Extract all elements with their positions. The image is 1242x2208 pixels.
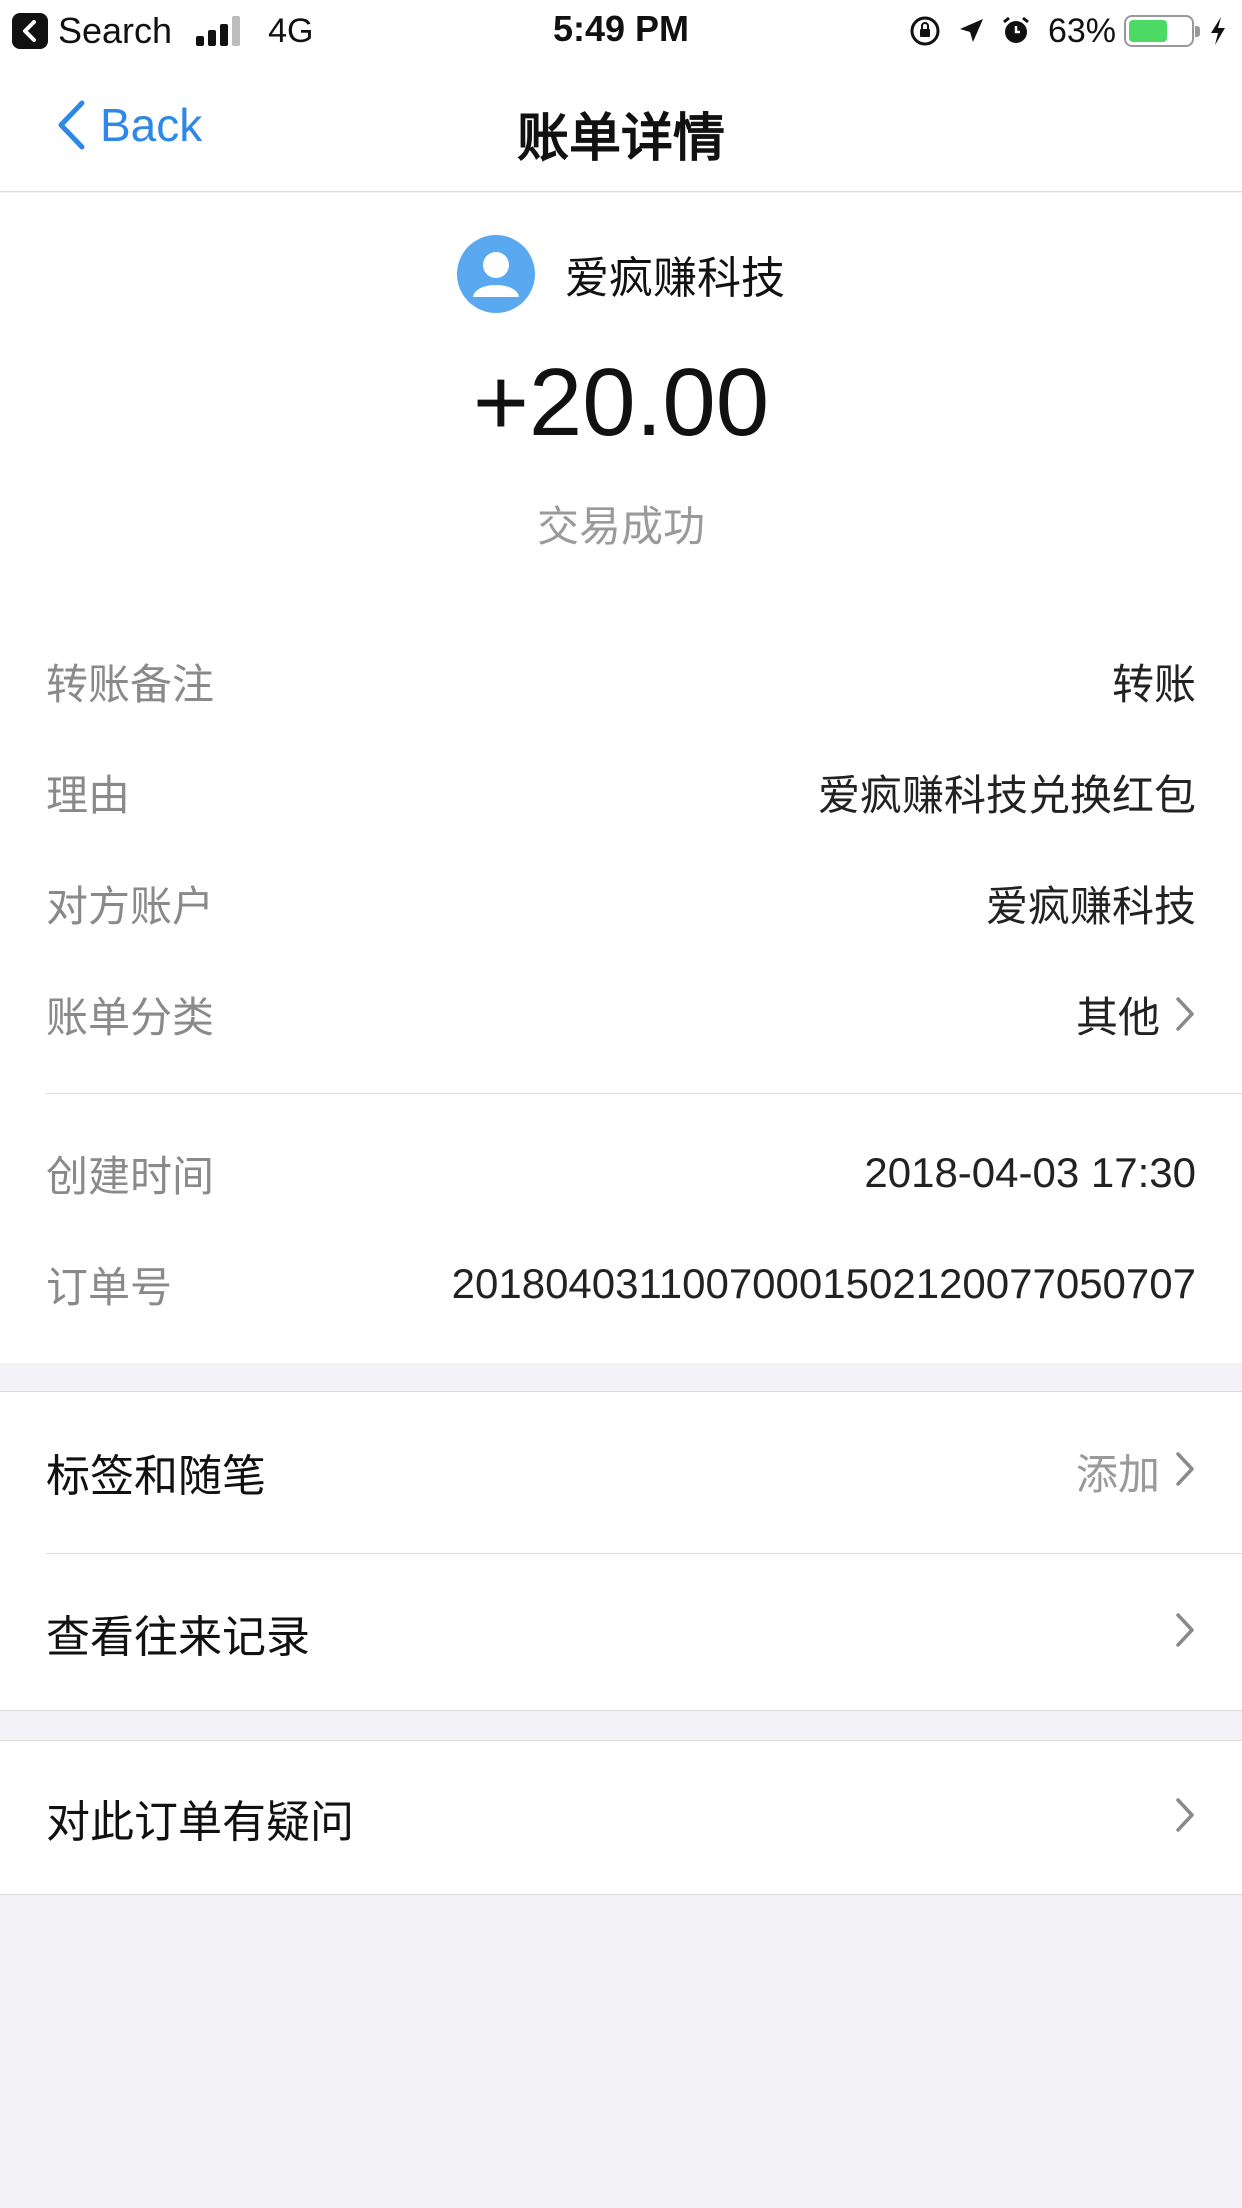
detail-row-category[interactable]: 账单分类 其他: [46, 984, 1196, 1044]
detail-label: 转账备注: [46, 660, 215, 708]
battery-icon: [1124, 15, 1200, 47]
tags-notes-label: 标签和随笔: [46, 1451, 266, 1501]
detail-value: 2018-04-03 17:30: [864, 1149, 1196, 1196]
detail-row-reason: 理由 爱疯赚科技兑换红包: [46, 762, 1196, 822]
location-arrow-icon: [956, 16, 986, 46]
alarm-icon: [1000, 15, 1032, 47]
action-group: 标签和随笔 添加 查看往来记录: [0, 1391, 1242, 1711]
order-question-label: 对此订单有疑问: [46, 1797, 354, 1847]
chevron-right-icon: [1174, 1796, 1196, 1839]
chevron-right-icon: [1174, 1450, 1196, 1493]
bill-detail-screen: Search 4G 5:49 PM 63% Back 账单详情 爱疯赚科技 +2…: [0, 0, 1242, 2208]
charging-bolt-icon: [1208, 15, 1228, 47]
transaction-status: 交易成功: [536, 503, 705, 550]
merchant-header: 爱疯赚科技: [0, 235, 1242, 313]
detail-value: 转账: [1111, 660, 1196, 708]
order-question-row[interactable]: 对此订单有疑问: [46, 1741, 1196, 1894]
bill-summary-card: 爱疯赚科技 +20.00 交易成功 转账备注 转账 理由 爱疯赚科技兑换红包 对…: [0, 193, 1242, 1363]
detail-value: 爱疯赚科技兑换红包: [817, 771, 1196, 819]
page-title: 账单详情: [516, 110, 725, 168]
status-bar: Search 4G 5:49 PM 63%: [0, 0, 1242, 62]
detail-row-counterparty: 对方账户 爱疯赚科技: [46, 873, 1196, 933]
detail-row-created-time: 创建时间 2018-04-03 17:30: [46, 1143, 1196, 1203]
view-history-label: 查看往来记录: [46, 1612, 310, 1662]
view-history-row[interactable]: 查看往来记录: [46, 1554, 1196, 1711]
section-divider: [46, 1093, 1242, 1094]
tags-notes-row[interactable]: 标签和随笔 添加: [46, 1392, 1196, 1551]
add-tag-hint: 添加: [1075, 1451, 1160, 1498]
battery-percent: 63%: [1047, 11, 1116, 50]
merchant-avatar-icon: [457, 235, 535, 313]
transaction-amount: +20.00: [472, 349, 770, 456]
detail-label: 对方账户: [46, 882, 215, 930]
orientation-lock-icon: [908, 14, 942, 48]
detail-label: 账单分类: [46, 993, 215, 1041]
navigation-bar: Back 账单详情: [0, 62, 1242, 192]
support-group: 对此订单有疑问: [0, 1740, 1242, 1895]
detail-label: 订单号: [46, 1263, 173, 1311]
detail-label: 理由: [46, 771, 131, 819]
detail-value: 爱疯赚科技: [985, 882, 1196, 930]
detail-row-order-number: 订单号 20180403110070001502120077050707: [46, 1254, 1196, 1314]
detail-row-remark: 转账备注 转账: [46, 651, 1196, 711]
chevron-right-icon: [1174, 1611, 1196, 1654]
category-value[interactable]: 其他: [1076, 984, 1196, 1045]
detail-label: 创建时间: [46, 1152, 215, 1200]
order-number: 20180403110070001502120077050707: [451, 1260, 1196, 1307]
chevron-right-icon: [1174, 995, 1196, 1033]
merchant-name: 爱疯赚科技: [565, 254, 785, 303]
detail-value: 其他: [1075, 993, 1160, 1041]
